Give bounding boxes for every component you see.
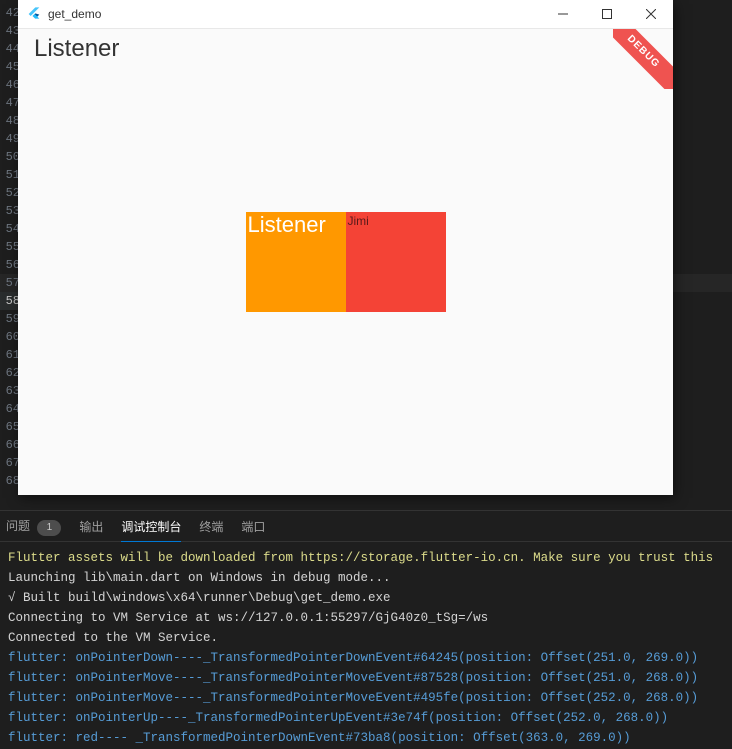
problems-count-badge: 1 xyxy=(37,520,61,536)
console-line: Connecting to VM Service at ws://127.0.0… xyxy=(8,608,724,628)
console-line: √ Built build\windows\x64\runner\Debug\g… xyxy=(8,588,724,608)
orange-box[interactable]: Listener xyxy=(246,212,346,312)
titlebar[interactable]: get_demo xyxy=(18,0,673,29)
red-box[interactable]: Jimi xyxy=(346,212,446,312)
console-line: flutter: onPointerMove----_TransformedPo… xyxy=(8,688,724,708)
console-line: flutter: red---- _TransformedPointerDown… xyxy=(8,728,724,748)
console-line: Connected to the VM Service. xyxy=(8,628,724,648)
tab-problems[interactable]: 问题 1 xyxy=(6,511,61,542)
console-line: Launching lib\main.dart on Windows in de… xyxy=(8,568,724,588)
console-line: flutter: onPointerDown----_TransformedPo… xyxy=(8,648,724,668)
orange-box-label: Listener xyxy=(246,212,346,238)
tab-debug-console[interactable]: 调试控制台 xyxy=(121,512,181,541)
flutter-logo-icon xyxy=(26,6,42,22)
panel-tabs: 问题 1 输出 调试控制台 终端 端口 xyxy=(0,510,732,542)
close-button[interactable] xyxy=(629,0,673,28)
console-line: flutter: onPointerUp----_TransformedPoin… xyxy=(8,708,724,728)
minimize-button[interactable] xyxy=(541,0,585,28)
listener-stage[interactable]: Listener Jimi xyxy=(246,212,446,312)
tab-output[interactable]: 输出 xyxy=(79,512,103,541)
tab-ports[interactable]: 端口 xyxy=(241,512,265,541)
debug-console-output[interactable]: Flutter assets will be downloaded from h… xyxy=(0,542,732,749)
console-line: Flutter assets will be downloaded from h… xyxy=(8,548,724,568)
root: 4243444546474849505152535455565758596061… xyxy=(0,0,732,749)
maximize-button[interactable] xyxy=(585,0,629,28)
window-title: get_demo xyxy=(48,7,101,21)
red-box-label: Jimi xyxy=(346,212,446,230)
app-body[interactable]: Listener DEBUG Listener Jimi xyxy=(18,29,673,495)
flutter-window: get_demo Listener DEBUG Listener Jimi xyxy=(18,0,673,494)
tab-terminal[interactable]: 终端 xyxy=(199,512,223,541)
bottom-panel: 问题 1 输出 调试控制台 终端 端口 Flutter assets will … xyxy=(0,510,732,749)
console-line: flutter: onPointerMove----_TransformedPo… xyxy=(8,668,724,688)
page-title: Listener xyxy=(34,35,119,63)
debug-banner: DEBUG xyxy=(613,29,673,89)
